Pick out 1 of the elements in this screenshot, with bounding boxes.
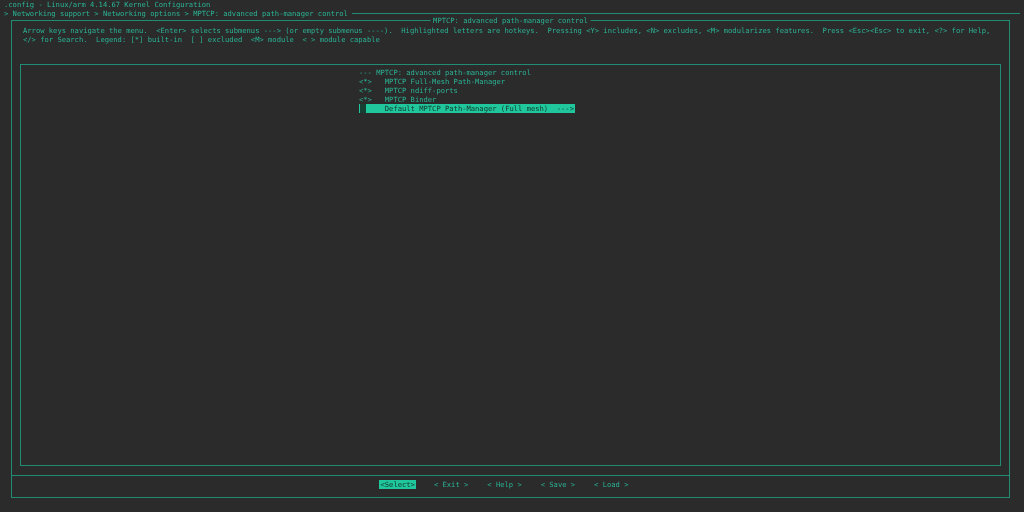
text-cursor xyxy=(360,104,366,113)
